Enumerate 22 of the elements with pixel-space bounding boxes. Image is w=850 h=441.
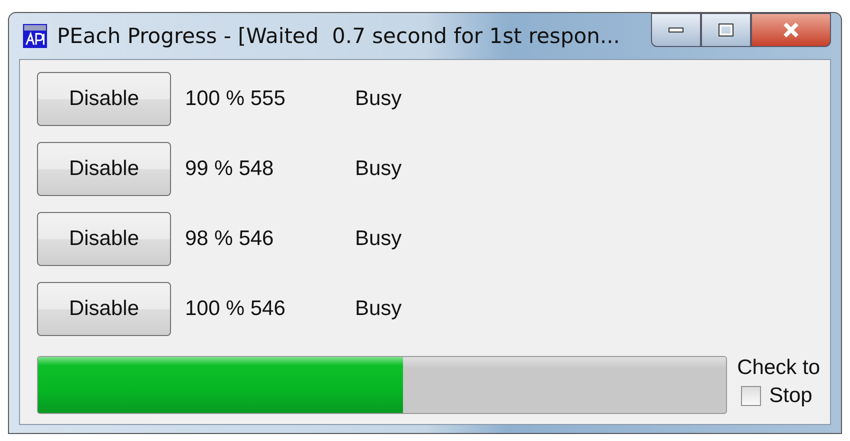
close-icon xyxy=(782,22,800,38)
progress-text: 100 % 546 xyxy=(185,297,286,321)
status-text: Busy xyxy=(355,87,402,111)
disable-button[interactable]: Disable xyxy=(37,212,171,266)
minimize-icon xyxy=(668,27,684,33)
disable-button[interactable]: Disable xyxy=(37,142,171,196)
progress-text: 98 % 546 xyxy=(185,227,275,251)
maximize-button[interactable] xyxy=(701,13,751,47)
status-text: Busy xyxy=(355,157,402,181)
window-title: PEach Progress - [Waited 0.7 second for 1st respon... xyxy=(57,24,621,48)
checkbox-caption: Check to xyxy=(737,356,820,380)
app-icon xyxy=(23,24,47,48)
progress-text: 100 % 555 xyxy=(185,87,286,111)
progress-text: 99 % 548 xyxy=(185,157,275,181)
disable-button[interactable]: Disable xyxy=(37,282,171,336)
status-text: Busy xyxy=(355,227,402,251)
disable-button[interactable]: Disable xyxy=(37,72,171,126)
maximize-icon xyxy=(718,23,734,37)
status-text: Busy xyxy=(355,297,402,321)
close-button[interactable] xyxy=(751,13,831,47)
minimize-button[interactable] xyxy=(651,13,701,47)
stop-checkbox[interactable]: Stop xyxy=(741,384,820,408)
